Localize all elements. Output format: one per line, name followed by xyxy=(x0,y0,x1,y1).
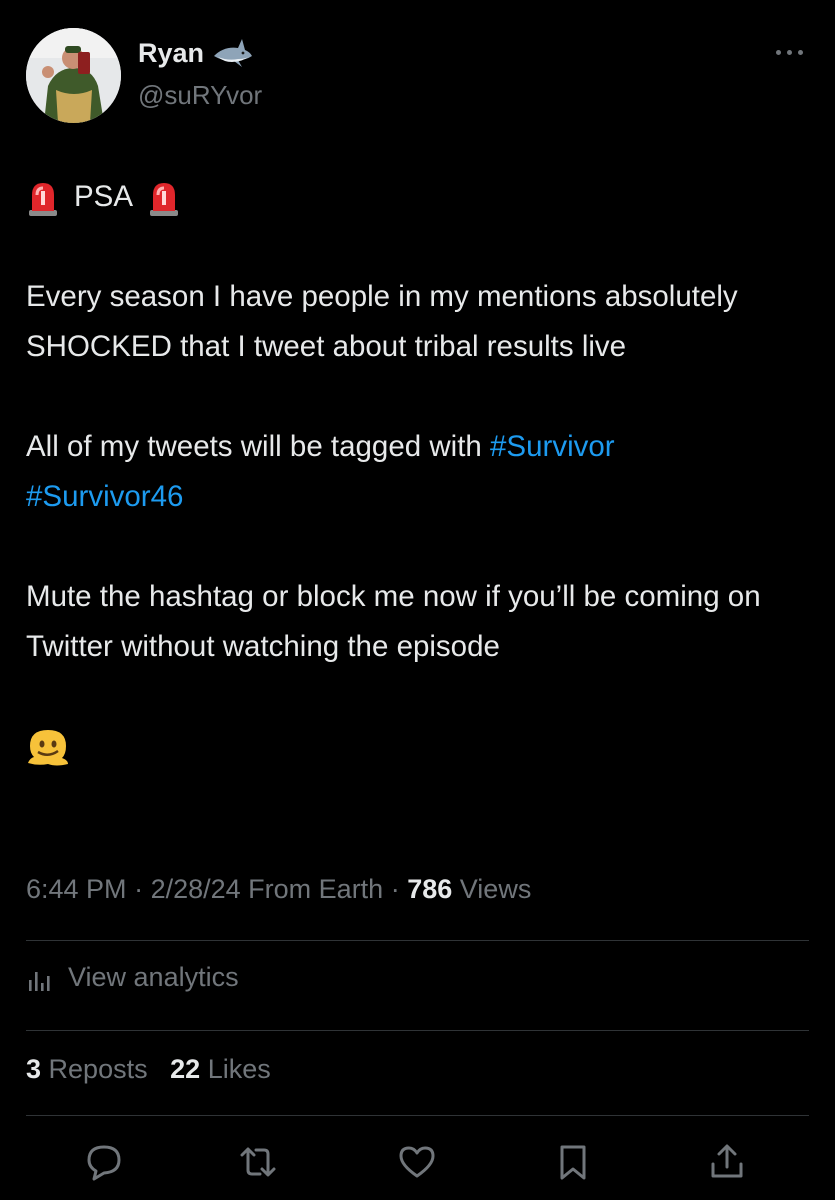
divider xyxy=(26,1115,809,1116)
repost-icon xyxy=(240,1147,276,1177)
views-label: Views xyxy=(459,874,532,904)
like-icon xyxy=(399,1146,435,1178)
psa-label: PSA xyxy=(74,180,134,213)
reply-icon xyxy=(87,1145,121,1181)
police-light-emoji-icon xyxy=(150,183,179,216)
hashtag-survivor46[interactable]: #Survivor46 xyxy=(26,480,183,513)
tweet-paragraph-2-text: All of my tweets will be tagged with xyxy=(26,430,491,463)
author-handle[interactable]: @suRYvor xyxy=(138,80,262,111)
melting-face-emoji-icon xyxy=(28,730,68,766)
avatar[interactable] xyxy=(26,28,121,123)
tweet-paragraph-1: Every season I have people in my mention… xyxy=(26,280,738,363)
share-icon xyxy=(711,1144,743,1178)
hashtag-survivor[interactable]: #Survivor xyxy=(490,430,615,463)
bookmark-button[interactable] xyxy=(551,1140,595,1184)
divider xyxy=(26,1030,809,1031)
share-button[interactable] xyxy=(705,1140,749,1184)
engagement-counts: 3 Reposts 22 Likes xyxy=(26,1054,271,1085)
shark-emoji-icon xyxy=(214,39,253,67)
meta-separator: · xyxy=(126,874,151,904)
meta-separator: · xyxy=(383,874,408,904)
reposts-link[interactable]: 3 Reposts xyxy=(26,1054,148,1084)
likes-count: 22 xyxy=(170,1054,201,1084)
reply-button[interactable] xyxy=(82,1140,126,1184)
analytics-icon xyxy=(29,971,50,991)
author-name[interactable]: Ryan xyxy=(138,38,204,69)
tweet-time[interactable]: 6:44 PM xyxy=(26,874,127,904)
repost-button[interactable] xyxy=(236,1140,280,1184)
view-analytics-label: View analytics xyxy=(68,962,239,992)
more-options-icon[interactable] xyxy=(773,42,807,62)
tweet-paragraph-3: Mute the hashtag or block me now if you’… xyxy=(26,580,761,663)
police-light-emoji-icon xyxy=(29,183,57,216)
avatar-photo-icon xyxy=(26,28,121,123)
likes-link[interactable]: 22 Likes xyxy=(170,1054,271,1084)
tweet-paragraph-2: All of my tweets will be tagged with #Su… xyxy=(26,422,816,522)
tweet-meta: 6:44 PM · 2/28/24 From Earth · 786 Views xyxy=(26,874,531,905)
tweet-actions xyxy=(0,1140,835,1186)
view-analytics-button[interactable]: View analytics xyxy=(26,962,239,993)
tweet-date[interactable]: 2/28/24 xyxy=(151,874,241,904)
bookmark-icon xyxy=(560,1145,586,1180)
divider xyxy=(26,940,809,941)
reposts-label: Reposts xyxy=(48,1054,148,1084)
psa-line: PSA xyxy=(26,172,816,222)
tweet-body: PSA Every season I have people in my men… xyxy=(26,172,816,772)
like-button[interactable] xyxy=(395,1140,439,1184)
reposts-count: 3 xyxy=(26,1054,42,1084)
views-count: 786 xyxy=(407,874,453,904)
likes-label: Likes xyxy=(207,1054,271,1084)
tweet-source: From Earth xyxy=(248,874,384,904)
